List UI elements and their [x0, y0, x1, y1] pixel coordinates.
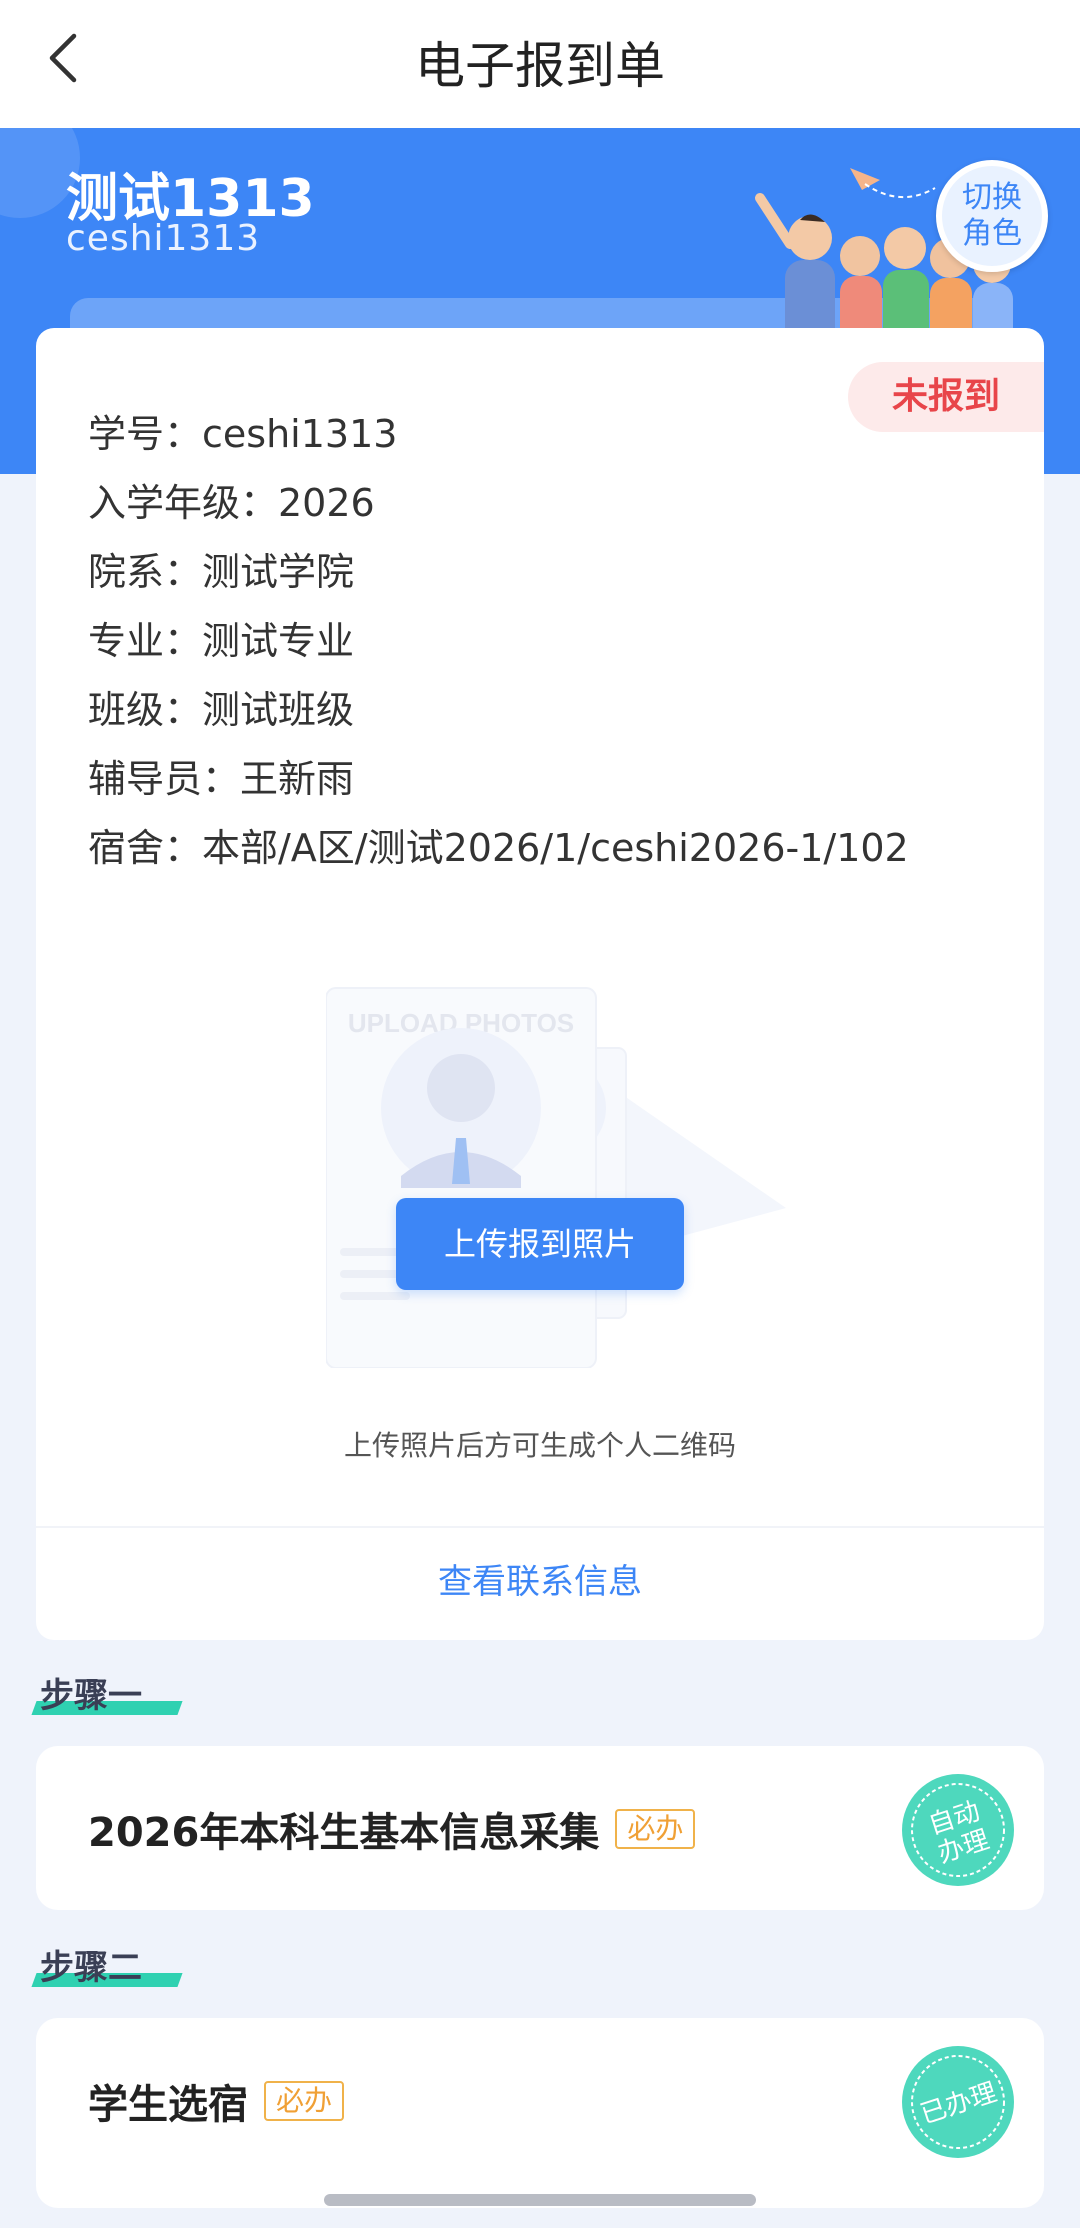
step-two-card[interactable]: 学生选宿 必办 已办理: [36, 2018, 1044, 2208]
view-contact-link[interactable]: 查看联系信息: [36, 1554, 1044, 1603]
switch-role-label-2: 角色: [962, 216, 1022, 251]
step-one-label-text: 步骤一: [40, 1676, 142, 1716]
info-major: 专业：测试专业: [88, 619, 355, 663]
step-two-label: 步骤二: [31, 1940, 183, 1989]
step-one-label: 步骤一: [31, 1668, 183, 1717]
student-account: ceshi1313: [66, 218, 261, 259]
registration-card: 未报到 学号：ceshi1313 入学年级：2026 院系：测试学院 专业：测试…: [36, 328, 1044, 1640]
upload-photos-illustration: UPLOAD PHOTOS: [326, 987, 786, 1368]
switch-role-label-1: 切换: [962, 180, 1022, 215]
step-one-title: 2026年本科生基本信息采集: [88, 1810, 600, 1856]
home-indicator[interactable]: [324, 2194, 756, 2206]
required-tag: 必办: [264, 2081, 345, 2121]
divider: [36, 1526, 1044, 1528]
student-info: 学号：ceshi1313 入学年级：2026 院系：测试学院 专业：测试专业 班…: [88, 400, 909, 883]
step-two-label-text: 步骤二: [40, 1948, 142, 1988]
info-class: 班级：测试班级: [88, 688, 355, 732]
required-tag: 必办: [615, 1809, 696, 1849]
info-counselor: 辅导员：王新雨: [88, 757, 355, 801]
page-title: 电子报到单: [415, 37, 665, 95]
completed-stamp-icon: 已办理: [902, 2046, 1014, 2158]
info-department: 院系：测试学院: [88, 550, 355, 594]
nav-bar: 电子报到单: [0, 0, 1080, 128]
upload-photo-button[interactable]: 上传报到照片: [396, 1198, 684, 1290]
step-one-title-row: 2026年本科生基本信息采集 必办: [88, 1800, 696, 1858]
switch-role-button[interactable]: 切换 角色: [936, 160, 1048, 272]
info-dormitory: 宿舍：本部/A区/测试2026/1/ceshi2026-1/102: [88, 826, 909, 870]
info-grade: 入学年级：2026: [88, 481, 375, 525]
info-student-id: 学号：ceshi1313: [88, 412, 398, 456]
step-two-title-row: 学生选宿 必办: [88, 2072, 345, 2130]
auto-process-stamp-icon: 自动 办理: [902, 1774, 1014, 1886]
qr-hint-text: 上传照片后方可生成个人二维码: [343, 1429, 736, 1462]
step-two-title: 学生选宿: [88, 2082, 248, 2128]
step-one-card[interactable]: 2026年本科生基本信息采集 必办 自动 办理: [36, 1746, 1044, 1910]
